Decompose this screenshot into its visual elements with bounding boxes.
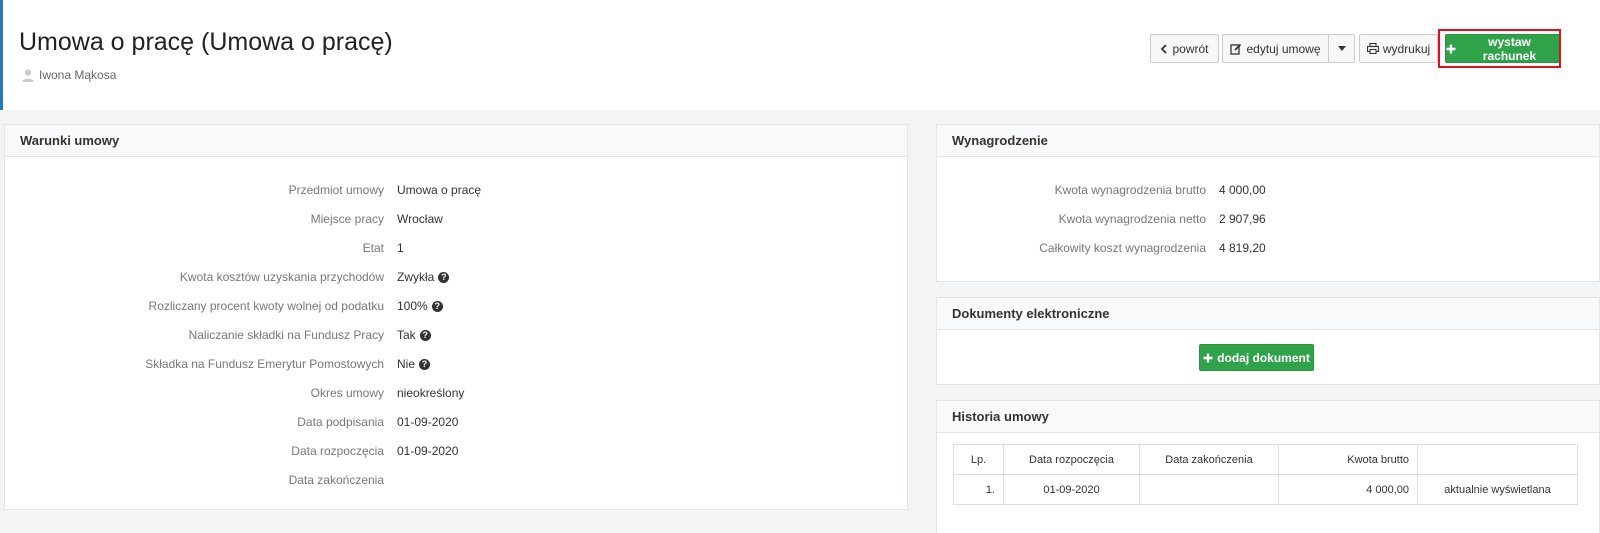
history-table: Lp. Data rozpoczęcia Data zakończenia Kw… — [953, 444, 1578, 505]
edit-icon — [1230, 43, 1242, 55]
terms-row-value-wrap: 01-09-2020 — [397, 415, 458, 429]
terms-row-value-wrap: Zwykła? — [397, 270, 450, 284]
salary-row: Kwota wynagrodzenia netto 2 907,96 — [937, 212, 1266, 228]
terms-row-value: 01-09-2020 — [397, 415, 459, 429]
row-status: aktualnie wyświetlana — [1417, 474, 1578, 505]
edit-contract-button[interactable]: edytuj umowę — [1222, 34, 1329, 63]
terms-row: Okres umowy nieokreślony — [5, 386, 465, 402]
edit-dropdown-toggle[interactable] — [1328, 34, 1355, 63]
salary-row-label: Całkowity koszt wynagrodzenia — [1039, 241, 1206, 255]
user-icon — [22, 69, 34, 82]
salary-row-value: 4 000,00 — [1219, 183, 1266, 197]
terms-row-label: Naliczanie składki na Fundusz Pracy — [188, 328, 384, 342]
terms-row: Miejsce pracy Wrocław — [5, 212, 443, 228]
question-circle-icon[interactable]: ? — [431, 300, 443, 312]
col-gross-amount: Kwota brutto — [1278, 444, 1418, 475]
terms-row-value-wrap: nieokreślony — [397, 386, 464, 400]
terms-row: Kwota kosztów uzyskania przychodów Zwykła… — [5, 270, 450, 286]
terms-row-value: 01-09-2020 — [397, 444, 459, 458]
col-end-date: Data zakończenia — [1139, 444, 1279, 475]
terms-row-label: Okres umowy — [310, 386, 384, 400]
contract-terms-title: Warunki umowy — [5, 125, 907, 157]
employee-name: Iwona Mąkosa — [39, 68, 117, 82]
terms-row-value: 100% — [397, 299, 428, 313]
highlight-frame — [1438, 29, 1561, 68]
row-end-date — [1139, 474, 1279, 505]
history-header-row: Lp. Data rozpoczęcia Data zakończenia Kw… — [953, 444, 1578, 475]
page-header: Umowa o pracę (Umowa o pracę) Iwona Mąko… — [0, 0, 1600, 110]
terms-row-label: Przedmiot umowy — [288, 183, 384, 197]
documents-panel: Dokumenty elektroniczne dodaj dokument — [936, 297, 1600, 385]
terms-row: Rozliczany procent kwoty wolnej od podat… — [5, 299, 443, 315]
terms-row-value-wrap: 01-09-2020 — [397, 444, 458, 458]
col-start-date: Data rozpoczęcia — [1003, 444, 1140, 475]
terms-row: Składka na Fundusz Emerytur Pomostowych N… — [5, 357, 431, 373]
terms-row-value: Tak — [397, 328, 416, 342]
history-panel: Historia umowy Lp. Data rozpoczęcia Data… — [936, 400, 1600, 533]
print-label: wydrukuj — [1382, 41, 1431, 56]
caret-down-icon — [1337, 46, 1346, 51]
contract-terms-panel: Warunki umowy Przedmiot umowy Umowa o pra… — [4, 124, 908, 510]
salary-row: Całkowity koszt wynagrodzenia 4 819,20 — [937, 241, 1265, 257]
terms-row-label: Rozliczany procent kwoty wolnej od podat… — [148, 299, 384, 313]
terms-row: Data rozpoczęcia 01-09-2020 — [5, 444, 458, 460]
employee-info: Iwona Mąkosa — [21, 68, 116, 82]
salary-panel: Wynagrodzenie Kwota wynagrodzenia brutto… — [936, 124, 1600, 282]
terms-row-label: Miejsce pracy — [310, 212, 384, 226]
question-circle-icon[interactable]: ? — [419, 329, 431, 341]
col-lp: Lp. — [953, 444, 1004, 475]
page-title: Umowa o pracę (Umowa o pracę) — [19, 28, 393, 56]
plus-icon — [1203, 353, 1213, 362]
terms-row-label: Data podpisania — [297, 415, 384, 429]
terms-row-value-wrap: Tak? — [397, 328, 431, 342]
terms-row-value: Umowa o pracę — [397, 183, 482, 197]
salary-row-label: Kwota wynagrodzenia brutto — [1054, 183, 1206, 197]
edit-label: edytuj umowę — [1246, 41, 1321, 56]
row-gross-amount: 4 000,00 — [1278, 474, 1418, 505]
documents-title: Dokumenty elektroniczne — [937, 298, 1599, 330]
row-start-date: 01-09-2020 — [1003, 474, 1140, 505]
terms-row-label: Składka na Fundusz Emerytur Pomostowych — [145, 357, 384, 371]
add-document-button[interactable]: dodaj dokument — [1199, 344, 1314, 371]
question-circle-icon[interactable]: ? — [419, 358, 431, 370]
terms-row-label: Kwota kosztów uzyskania przychodów — [179, 270, 384, 284]
terms-row-value-wrap: Nie? — [397, 357, 431, 371]
terms-row-value-wrap: 100%? — [397, 299, 443, 313]
terms-row-label: Data zakończenia — [288, 473, 384, 487]
back-button[interactable]: powrót — [1150, 34, 1219, 63]
back-label: powrót — [1172, 41, 1209, 56]
terms-row-value-wrap: Wrocław — [397, 212, 443, 226]
terms-row: Przedmiot umowy Umowa o pracę — [5, 183, 481, 199]
terms-row: Naliczanie składki na Fundusz Pracy Tak? — [5, 328, 431, 344]
terms-row-value: nieokreślony — [397, 386, 465, 400]
print-icon — [1366, 43, 1379, 54]
salary-title: Wynagrodzenie — [937, 125, 1599, 157]
terms-row-value: Nie — [397, 357, 416, 371]
history-title: Historia umowy — [937, 401, 1599, 433]
col-status — [1417, 444, 1578, 475]
chevron-left-icon — [1161, 43, 1168, 54]
salary-row-label: Kwota wynagrodzenia netto — [1058, 212, 1206, 226]
print-button[interactable]: wydrukuj — [1359, 34, 1438, 63]
salary-row-value: 2 907,96 — [1219, 212, 1266, 226]
terms-row-value: 1 — [397, 241, 404, 255]
terms-row-value-wrap: Umowa o pracę — [397, 183, 481, 197]
question-circle-icon[interactable]: ? — [438, 271, 450, 283]
terms-row: Etat 1 — [5, 241, 404, 257]
terms-row: Data podpisania 01-09-2020 — [5, 415, 458, 431]
salary-row: Kwota wynagrodzenia brutto 4 000,00 — [937, 183, 1266, 199]
row-lp: 1. — [953, 474, 1004, 505]
salary-row-value: 4 819,20 — [1219, 241, 1266, 255]
terms-row-label: Data rozpoczęcia — [291, 444, 384, 458]
terms-row-value: Wrocław — [397, 212, 443, 226]
terms-row-label: Etat — [362, 241, 384, 255]
table-row: 1. 01-09-2020 4 000,00 aktualnie wyświet… — [953, 474, 1578, 505]
add-document-label: dodaj dokument — [1217, 350, 1310, 365]
terms-row: Data zakończenia — [5, 473, 384, 489]
terms-row-value: Zwykła — [397, 270, 435, 284]
terms-row-value-wrap: 1 — [397, 241, 404, 255]
